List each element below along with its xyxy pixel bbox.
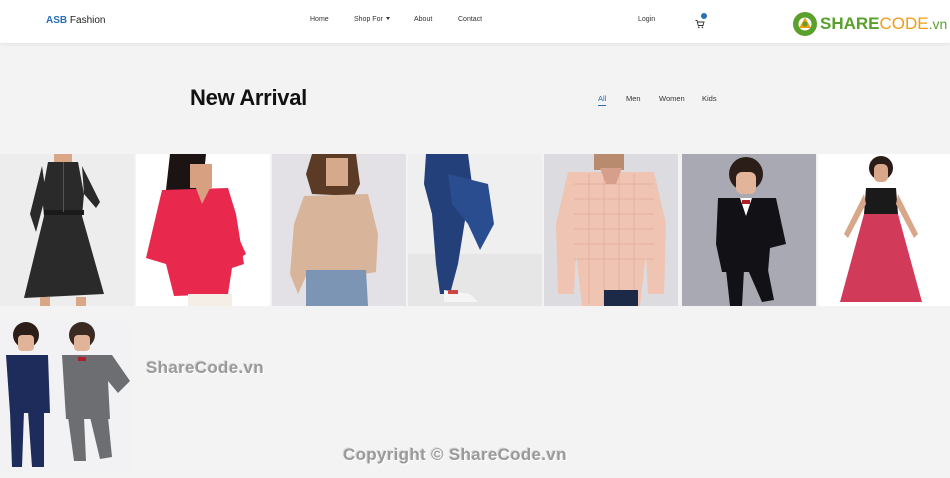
- nav-shop-for-label: Shop For: [354, 16, 383, 23]
- nav-shop-for[interactable]: Shop For: [354, 16, 390, 23]
- product-tile-black-dress[interactable]: [0, 154, 134, 306]
- sharecode-logo-text: SHARECODE.vn: [820, 14, 947, 34]
- filter-all[interactable]: All: [598, 94, 607, 106]
- product-image-blue-jeans: [408, 154, 542, 306]
- product-image-kids-suits: [0, 321, 134, 473]
- filter-women[interactable]: Women: [659, 94, 685, 103]
- brand-logo[interactable]: ASB Fashion: [46, 15, 105, 26]
- section-title: New Arrival: [190, 85, 307, 110]
- logo-code: CODE: [879, 14, 929, 33]
- watermark-sharecode: ShareCode.vn: [146, 358, 264, 377]
- product-image-girl-dress: [818, 154, 950, 306]
- brand-asb: ASB: [46, 15, 68, 26]
- product-image-boy-suit: [682, 154, 816, 306]
- sharecode-logo: SHARECODE.vn: [792, 11, 947, 37]
- navbar: ASB Fashion Home Shop For About Contact …: [0, 0, 950, 43]
- filter-men[interactable]: Men: [626, 94, 641, 103]
- brand-fashion: Fashion: [67, 15, 106, 26]
- logo-vn: .vn: [928, 16, 948, 32]
- nav-about[interactable]: About: [414, 16, 432, 23]
- product-tile-kids-suits[interactable]: [0, 321, 134, 473]
- nav-home[interactable]: Home: [310, 16, 329, 23]
- product-tile-boy-suit[interactable]: [682, 154, 816, 306]
- product-tile-blue-jeans[interactable]: [408, 154, 542, 306]
- product-tile-girl-dress[interactable]: [818, 154, 950, 306]
- filter-kids[interactable]: Kids: [702, 94, 717, 103]
- logo-share: SHARE: [820, 14, 880, 33]
- cart-badge: [701, 13, 707, 19]
- sharecode-logo-icon: [793, 12, 817, 36]
- product-image-checked-shirt: [544, 154, 678, 306]
- caret-down-icon: [385, 17, 390, 20]
- nav-contact[interactable]: Contact: [458, 16, 482, 23]
- nav-login[interactable]: Login: [638, 16, 655, 23]
- product-image-black-dress: [0, 154, 134, 306]
- watermark-copyright: Copyright © ShareCode.vn: [343, 445, 567, 464]
- product-tile-pink-blouse[interactable]: [136, 154, 270, 306]
- product-image-pink-blouse: [136, 154, 270, 306]
- product-image-beige-sweater: [272, 154, 406, 306]
- product-tile-beige-sweater[interactable]: [272, 154, 406, 306]
- product-tile-checked-shirt[interactable]: [544, 154, 678, 306]
